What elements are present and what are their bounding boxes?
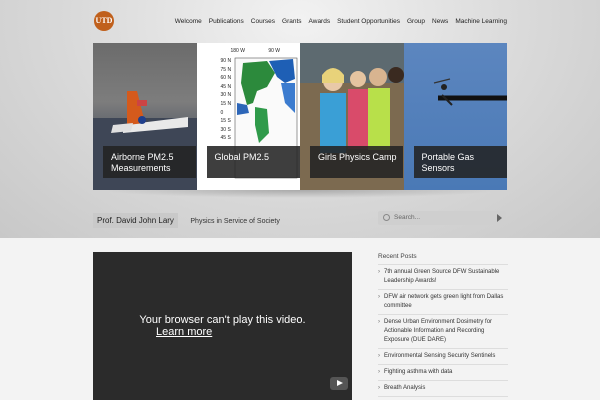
- nav-news[interactable]: News: [432, 18, 448, 25]
- lat-label: 15 N: [220, 100, 232, 107]
- nav-awards[interactable]: Awards: [309, 18, 331, 25]
- slide-girls-physics-camp[interactable]: Girls Physics Camp: [300, 43, 404, 190]
- lat-label: 15 S: [220, 118, 231, 125]
- nav-machine-learning[interactable]: Machine Learning: [455, 18, 507, 25]
- recent-post-link[interactable]: Dense Urban Environment Dosimetry for Ac…: [378, 315, 508, 349]
- search-icon: [383, 214, 390, 221]
- video-error-message: Your browser can't play this video.: [139, 314, 306, 326]
- recent-post-link[interactable]: Fighting asthma with data: [378, 365, 508, 381]
- lat-label: 60 N: [220, 75, 232, 82]
- recent-posts-title: Recent Posts: [378, 253, 508, 265]
- slider: Airborne PM2.5 Measurements 180 W 90 W 9…: [93, 43, 507, 190]
- subbar: Prof. David John Lary Physics in Service…: [93, 210, 280, 228]
- youtube-icon[interactable]: [330, 377, 348, 390]
- lat-label: 0: [220, 109, 224, 116]
- logo[interactable]: UTD: [94, 11, 114, 31]
- learn-more-link[interactable]: Learn more: [156, 326, 212, 338]
- lat-label: 45 N: [220, 83, 232, 90]
- nav-student-opportunities[interactable]: Student Opportunities: [337, 18, 400, 25]
- logo-text: UTD: [95, 16, 113, 25]
- nav-courses[interactable]: Courses: [251, 18, 275, 25]
- slide-airborne[interactable]: Airborne PM2.5 Measurements: [93, 43, 197, 190]
- slide-caption: Airborne PM2.5 Measurements: [103, 146, 196, 178]
- recent-post-link[interactable]: Environmental Sensing Security Sentinels: [378, 349, 508, 365]
- search-box[interactable]: Search...: [378, 211, 506, 225]
- slide-caption: Girls Physics Camp: [310, 146, 403, 178]
- recent-posts: Recent Posts 7th annual Green Source DFW…: [378, 253, 508, 397]
- main-nav: Welcome Publications Courses Grants Awar…: [168, 18, 507, 25]
- slide-global-pm25[interactable]: 180 W 90 W 90 N 75 N 60 N 45 N 30 N 15 N…: [196, 43, 300, 190]
- slide-portable-gas-sensors[interactable]: Portable Gas Sensors: [403, 43, 507, 190]
- nav-welcome[interactable]: Welcome: [175, 18, 202, 25]
- slider-shadow: [100, 190, 500, 198]
- nav-group[interactable]: Group: [407, 18, 425, 25]
- slide-caption: Global PM2.5: [206, 146, 300, 178]
- lon-labels: 180 W 90 W: [231, 48, 281, 54]
- lat-label: 45 S: [220, 135, 231, 142]
- nav-grants[interactable]: Grants: [282, 18, 302, 25]
- slide-caption: Portable Gas Sensors: [413, 146, 507, 178]
- site-tagline: Physics in Service of Society: [190, 218, 280, 225]
- site-owner-name[interactable]: Prof. David John Lary: [93, 213, 178, 228]
- search-submit-arrow-icon[interactable]: [497, 214, 502, 222]
- video-player[interactable]: Your browser can't play this video. Lear…: [93, 252, 352, 400]
- search-input[interactable]: Search...: [394, 214, 420, 221]
- lat-label: 90 N: [220, 58, 232, 64]
- header: UTD Welcome Publications Courses Grants …: [0, 0, 600, 238]
- lon-label: 180 W: [230, 48, 245, 54]
- lat-label: 75 N: [220, 66, 232, 73]
- nav-publications[interactable]: Publications: [209, 18, 244, 25]
- recent-post-link[interactable]: DFW air network gets green light from Da…: [378, 290, 508, 315]
- lat-labels: 90 N 75 N 60 N 45 N 30 N 15 N 0 15 S 30 …: [221, 57, 232, 143]
- recent-post-link[interactable]: 7th annual Green Source DFW Sustainable …: [378, 265, 508, 290]
- lon-label: 90 W: [268, 48, 281, 54]
- lat-label: 30 N: [220, 92, 232, 99]
- lat-label: 30 S: [220, 126, 231, 133]
- recent-post-link[interactable]: Breath Analysis: [378, 381, 508, 397]
